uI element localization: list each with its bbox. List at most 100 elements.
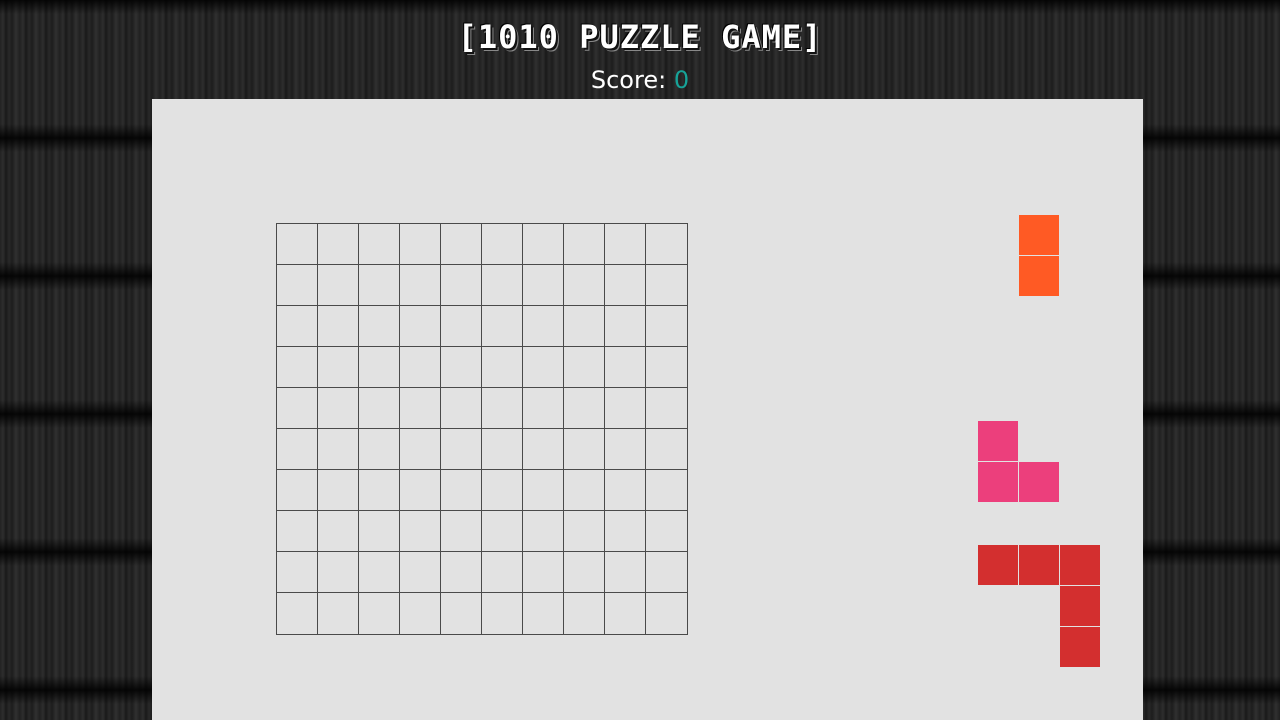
board-cell[interactable] [359,347,400,388]
board-cell[interactable] [277,347,318,388]
board-cell[interactable] [359,470,400,511]
board-cell[interactable] [605,552,646,593]
board-cell[interactable] [523,429,564,470]
board-cell[interactable] [605,306,646,347]
board-cell[interactable] [277,552,318,593]
board-cell[interactable] [359,388,400,429]
board-cell[interactable] [441,347,482,388]
board-cell[interactable] [359,429,400,470]
board-cell[interactable] [482,388,523,429]
board-cell[interactable] [646,347,687,388]
board-cell[interactable] [523,347,564,388]
piece-block[interactable] [1060,627,1100,667]
board-cell[interactable] [400,265,441,306]
piece-block[interactable] [1019,256,1059,296]
piece-block[interactable] [978,421,1018,461]
piece-block[interactable] [1019,462,1059,502]
board-cell[interactable] [359,552,400,593]
board-cell[interactable] [605,429,646,470]
board-cell[interactable] [564,265,605,306]
board-cell[interactable] [359,265,400,306]
board-cell[interactable] [400,347,441,388]
board-cell[interactable] [482,224,523,265]
board-cell[interactable] [318,388,359,429]
board-cell[interactable] [646,388,687,429]
board-cell[interactable] [441,470,482,511]
board-cell[interactable] [400,511,441,552]
board-cell[interactable] [523,265,564,306]
board-cell[interactable] [564,306,605,347]
board-cell[interactable] [318,511,359,552]
board-cell[interactable] [564,224,605,265]
board-cell[interactable] [277,306,318,347]
board-cell[interactable] [482,470,523,511]
board-cell[interactable] [482,306,523,347]
board-cell[interactable] [400,306,441,347]
board-cell[interactable] [441,224,482,265]
board-cell[interactable] [564,470,605,511]
board-cell[interactable] [605,224,646,265]
board-cell[interactable] [441,511,482,552]
board-cell[interactable] [441,306,482,347]
board-cell[interactable] [400,224,441,265]
board-cell[interactable] [277,224,318,265]
board-cell[interactable] [318,470,359,511]
board-cell[interactable] [441,265,482,306]
board-cell[interactable] [605,470,646,511]
board-cell[interactable] [482,593,523,634]
board-cell[interactable] [359,511,400,552]
board-cell[interactable] [441,593,482,634]
board-cell[interactable] [277,511,318,552]
board-cell[interactable] [564,511,605,552]
board-cell[interactable] [318,552,359,593]
board-cell[interactable] [482,265,523,306]
board-cell[interactable] [318,347,359,388]
board-cell[interactable] [605,265,646,306]
board-cell[interactable] [646,429,687,470]
board-cell[interactable] [646,306,687,347]
board-cell[interactable] [318,593,359,634]
board-cell[interactable] [523,593,564,634]
board-cell[interactable] [523,306,564,347]
board-cell[interactable] [318,265,359,306]
board-cell[interactable] [441,429,482,470]
board-cell[interactable] [605,511,646,552]
board-cell[interactable] [441,388,482,429]
board-cell[interactable] [564,593,605,634]
board-cell[interactable] [441,552,482,593]
board-cell[interactable] [564,388,605,429]
board-cell[interactable] [318,306,359,347]
board-cell[interactable] [646,552,687,593]
board-cell[interactable] [646,593,687,634]
board-cell[interactable] [523,552,564,593]
board-cell[interactable] [605,347,646,388]
board-cell[interactable] [523,388,564,429]
board-cell[interactable] [564,552,605,593]
board-cell[interactable] [400,388,441,429]
board-cell[interactable] [605,593,646,634]
board-cell[interactable] [523,470,564,511]
board-cell[interactable] [482,552,523,593]
board-cell[interactable] [400,552,441,593]
board-cell[interactable] [646,224,687,265]
board-cell[interactable] [400,470,441,511]
piece-block[interactable] [1019,215,1059,255]
board-cell[interactable] [482,347,523,388]
board-cell[interactable] [482,429,523,470]
piece-block[interactable] [1060,586,1100,626]
board-cell[interactable] [277,388,318,429]
board-cell[interactable] [523,511,564,552]
board-cell[interactable] [646,265,687,306]
board-cell[interactable] [482,511,523,552]
board-cell[interactable] [646,511,687,552]
board-cell[interactable] [359,224,400,265]
board-cell[interactable] [564,429,605,470]
piece-block[interactable] [1019,545,1059,585]
board-cell[interactable] [564,347,605,388]
board-cell[interactable] [277,265,318,306]
board-cell[interactable] [523,224,564,265]
board-cell[interactable] [277,429,318,470]
board-cell[interactable] [400,593,441,634]
piece-block[interactable] [978,462,1018,502]
piece-block[interactable] [978,545,1018,585]
